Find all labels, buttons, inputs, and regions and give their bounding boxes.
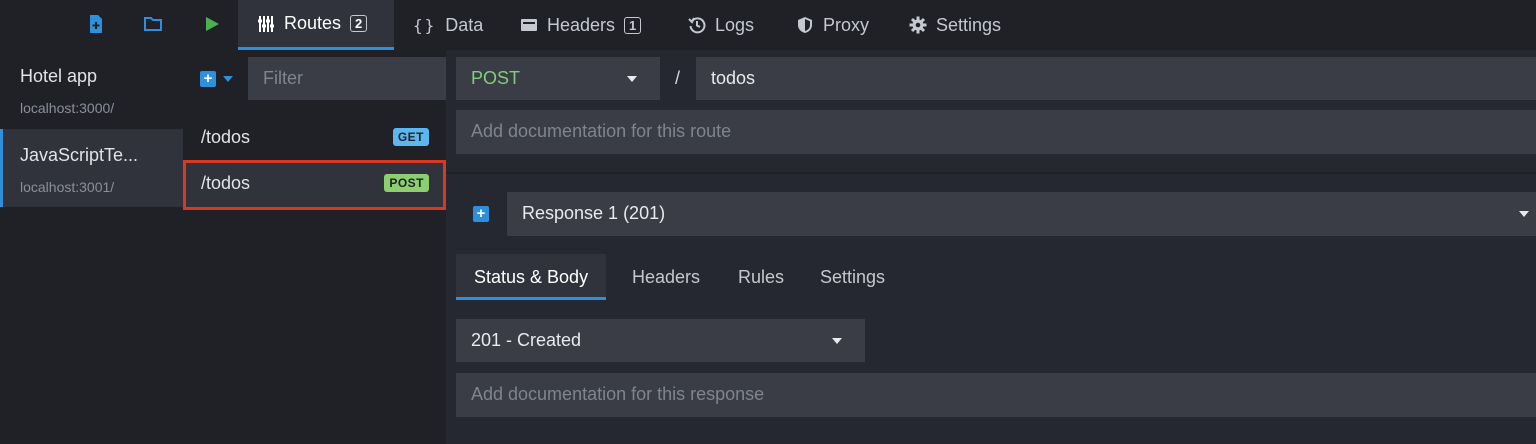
tab-response-settings[interactable]: Settings — [802, 254, 903, 300]
tab-routes-label: Routes — [284, 13, 342, 33]
chevron-down-icon — [627, 76, 637, 82]
routes-count-badge: 2 — [350, 15, 368, 32]
tab-headers-label: Headers — [547, 14, 616, 35]
response-documentation-input[interactable]: Add documentation for this response — [456, 373, 1536, 417]
environment-item[interactable]: Hotel app localhost:3000/ — [0, 50, 183, 128]
route-documentation-input[interactable]: Add documentation for this route — [456, 110, 1536, 154]
route-path: /todos — [201, 173, 251, 193]
chevron-down-icon[interactable] — [223, 76, 233, 82]
response-documentation-placeholder: Add documentation for this response — [471, 384, 765, 404]
tab-settings[interactable]: Settings — [909, 0, 1001, 50]
tab-response-headers[interactable]: Headers — [614, 254, 718, 300]
open-folder-icon[interactable] — [143, 14, 163, 34]
response-select-value: Response 1 (201) — [522, 203, 666, 223]
headers-count-badge: 1 — [624, 16, 642, 34]
top-toolbar: Routes 2 {} Data Headers 1 Logs Proxy Se… — [0, 0, 1536, 50]
response-select[interactable]: Response 1 (201) — [507, 192, 1536, 236]
section-divider — [446, 172, 1536, 174]
tab-data-label: Data — [445, 14, 484, 35]
method-select[interactable]: POST — [456, 57, 660, 100]
route-documentation-placeholder: Add documentation for this route — [471, 121, 732, 141]
tab-proxy-label: Proxy — [823, 14, 870, 35]
post-method-badge: POST — [384, 174, 429, 192]
braces-icon: {} — [413, 15, 437, 35]
play-icon[interactable] — [202, 14, 222, 34]
route-path: /todos — [201, 127, 251, 147]
status-code-value: 201 - Created — [471, 330, 582, 350]
route-path-value: todos — [711, 68, 756, 88]
tab-data[interactable]: {} Data — [413, 0, 483, 50]
new-file-icon[interactable] — [86, 14, 106, 34]
get-method-badge: GET — [392, 128, 429, 146]
route-editor: POST / todos Add documentation for this … — [446, 50, 1536, 444]
tab-settings-label: Settings — [936, 14, 1002, 35]
tab-response-rules[interactable]: Rules — [720, 254, 802, 300]
route-item[interactable]: /todos GET — [183, 115, 446, 161]
gear-icon — [909, 16, 927, 34]
status-code-select[interactable]: 201 - Created — [456, 319, 865, 362]
method-select-value: POST — [471, 68, 521, 88]
environment-item-active[interactable]: JavaScriptTe... localhost:3001/ — [0, 129, 183, 207]
route-item-active[interactable]: /todos POST — [183, 161, 446, 207]
headers-icon — [521, 19, 537, 31]
routes-icon — [258, 15, 274, 32]
chevron-down-icon — [1519, 211, 1529, 217]
chevron-down-icon — [832, 338, 842, 344]
environments-sidebar: Hotel app localhost:3000/ JavaScriptTe..… — [0, 50, 183, 444]
add-route-button[interactable]: + — [200, 71, 216, 87]
tab-proxy[interactable]: Proxy — [796, 0, 869, 50]
tab-routes[interactable]: Routes 2 — [238, 0, 394, 50]
routes-panel: + /todos GET /todos POST — [183, 50, 555, 444]
route-filter-input[interactable] — [248, 57, 446, 100]
tab-logs[interactable]: Logs — [688, 0, 754, 50]
shield-icon — [798, 17, 812, 33]
route-path-input[interactable]: todos — [696, 57, 1536, 100]
environment-name: Hotel app — [20, 66, 98, 86]
path-separator: / — [675, 68, 681, 88]
environment-host: localhost:3001/ — [20, 179, 115, 195]
environment-host: localhost:3000/ — [20, 100, 115, 116]
tab-headers[interactable]: Headers 1 — [520, 0, 642, 50]
history-icon — [688, 17, 706, 34]
tab-status-body[interactable]: Status & Body — [456, 254, 607, 300]
tab-logs-label: Logs — [715, 14, 755, 35]
environment-name: JavaScriptTe... — [20, 145, 139, 165]
add-response-button[interactable]: + — [473, 206, 489, 222]
